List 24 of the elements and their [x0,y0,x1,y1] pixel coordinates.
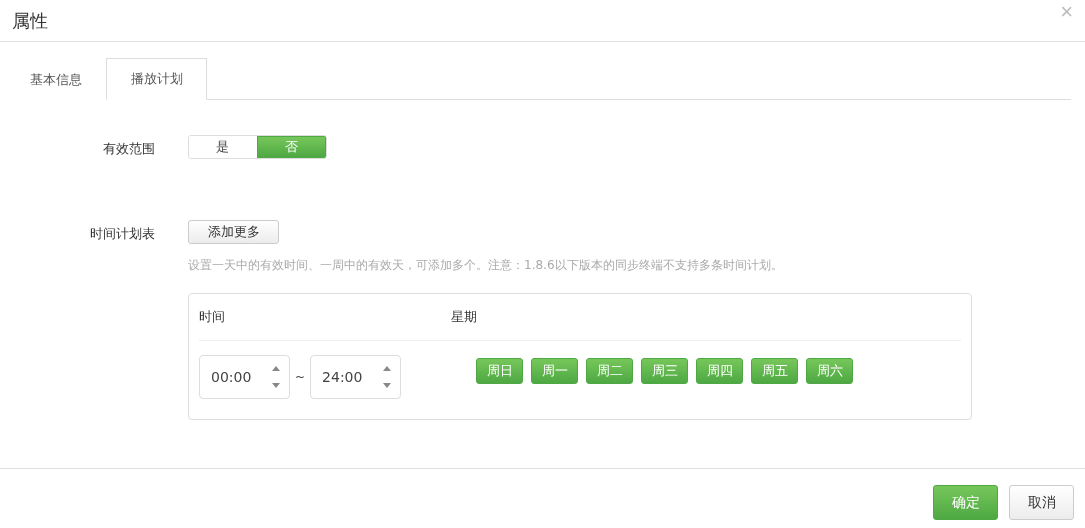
column-header: 时间 [199,308,226,326]
field-label: 时间计划表 [89,225,155,243]
weekday-button[interactable]: 周五 [751,358,799,384]
tab[interactable]: 播放计划 [106,58,207,100]
weekday-button[interactable]: 周四 [696,358,744,384]
segment-option[interactable]: 否 [256,136,326,158]
add-more-button[interactable]: 添加更多 [188,220,279,244]
weekday-button[interactable]: 周一 [531,358,579,384]
weekday-button[interactable]: 周日 [476,358,524,384]
close-button[interactable]: × [1060,0,1073,23]
weekday-button[interactable]: 周二 [586,358,634,384]
column-header: 星期 [451,308,477,326]
weekday-button[interactable]: 周三 [641,358,689,384]
confirm-button[interactable]: 确定 [933,485,998,520]
hint-text: 设置一天中的有效时间、一周中的有效天，可添加多个。注意：1.8.6以下版本的同步终端不支持多条时间计划。 [188,257,784,274]
dialog-title: 属性 [12,8,48,33]
spinner-icon[interactable] [271,364,281,390]
time-field[interactable]: 24:00 [310,355,402,399]
cancel-button[interactable]: 取消 [1009,485,1074,520]
time-field[interactable]: 00:00 [199,355,290,399]
weekday-button[interactable]: 周六 [806,358,854,384]
range-separator: ~ [295,370,306,384]
field-label: 有效范围 [102,140,155,158]
spinner-icon[interactable] [382,364,393,390]
